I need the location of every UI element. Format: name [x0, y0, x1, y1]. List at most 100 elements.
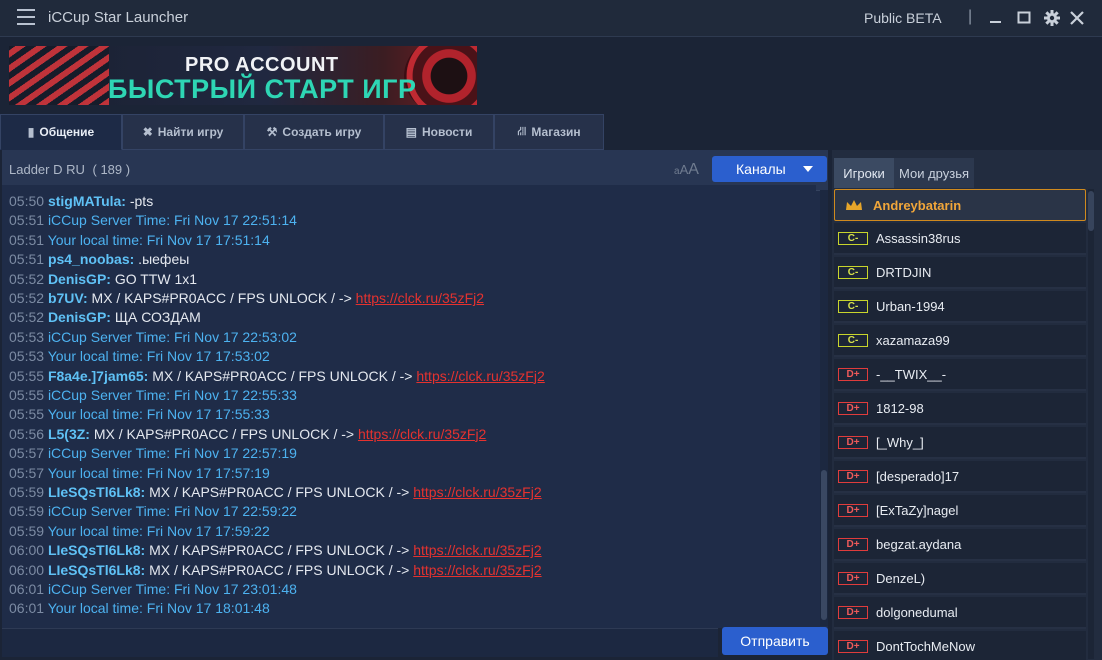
chat-message: 05:55 iCCup Server Time: Fri Nov 17 22:5… [9, 386, 297, 405]
tab-find-game[interactable]: ✖ Найти игру [122, 114, 244, 150]
player-list-item[interactable]: D+ [ExTaZy]nagel [834, 495, 1086, 527]
message-time: 05:51 [9, 251, 45, 268]
gear-icon[interactable] [1042, 8, 1062, 28]
player-list-item[interactable]: D+ DenzeL) [834, 563, 1086, 595]
tab-my-friends[interactable]: Мои друзья [894, 158, 974, 188]
tab-shop[interactable]: ⛜ Магазин [494, 114, 604, 150]
player-list-item[interactable]: Andreybatarin [834, 189, 1086, 221]
channels-dropdown-button[interactable]: Каналы [712, 156, 827, 182]
player-list-item[interactable]: C-xazamaza99 [834, 325, 1086, 357]
chat-scrollbar[interactable] [820, 190, 828, 626]
system-message-text: iCCup Server Time: Fri Nov 17 22:53:02 [47, 328, 297, 345]
rank-badge: D+ [838, 605, 868, 619]
system-message-text: iCCup Server Time: Fri Nov 17 22:59:22 [47, 503, 297, 520]
player-name: [ExTaZy]nagel [876, 502, 959, 518]
message-text: MX / KAPS#PR0ACC / FPS UNLOCK / -> [145, 484, 414, 500]
message-link[interactable]: https://clck.ru/35zFj2 [356, 290, 484, 306]
tab-label: Общение [39, 125, 95, 139]
players-panel: Игроки Мои друзья Andreybatarin C- Assassi… [832, 150, 1102, 660]
player-list-item[interactable]: C- DRTDJIN [834, 257, 1086, 289]
rank-badge: D+ [838, 639, 868, 653]
message-link[interactable]: https://clck.ru/35zFj2 [413, 562, 541, 578]
player-list-item[interactable]: D+ [_Why_] [834, 427, 1086, 459]
channel-name: Ladder D RU ( 189 ) [9, 162, 130, 177]
pro-account-banner[interactable]: PRO ACCOUNT БЫСТРЫЙ СТАРТ ИГР [9, 46, 477, 105]
user-count: ( 189 ) [92, 162, 131, 177]
send-button[interactable]: Отправить [722, 627, 828, 655]
tab-news[interactable]: ▤ Новости [384, 114, 494, 150]
message-nick[interactable]: DenisGP: [48, 309, 111, 325]
chat-message: 06:00 LIeSQsTl6Lk8: MX / KAPS#PR0ACC / F… [9, 541, 542, 560]
rank-badge: C- [838, 333, 868, 347]
player-list-item[interactable]: D+ 1812-98 [834, 393, 1086, 425]
chat-message: 05:59 LIeSQsTl6Lk8: MX / KAPS#PR0ACC / F… [9, 483, 542, 502]
message-time: 05:57 [9, 445, 45, 462]
tab-label: Новости [422, 125, 473, 139]
player-list-item[interactable]: D+ -__TWIX__- [834, 359, 1086, 391]
player-list-item[interactable]: D+ begzat.aydana [834, 529, 1086, 561]
maximize-icon[interactable] [1014, 8, 1034, 28]
player-list-item[interactable]: C- Assassin38rus [834, 223, 1086, 255]
message-nick[interactable]: ps4_noobas: [48, 251, 134, 267]
player-name: [_Why_] [876, 434, 924, 450]
message-nick[interactable]: L5(3Z: [48, 426, 90, 442]
player-name: -__TWIX__- [876, 366, 947, 382]
message-nick[interactable]: F8a4e.]7jam65: [48, 368, 148, 384]
chat-message: 05:53 iCCup Server Time: Fri Nov 17 22:5… [9, 328, 297, 347]
message-nick[interactable]: DenisGP: [48, 271, 111, 287]
player-list-item[interactable]: D+ [desperado]17 [834, 461, 1086, 493]
message-link[interactable]: https://clck.ru/35zFj2 [413, 542, 541, 558]
message-link[interactable]: https://clck.ru/35zFj2 [416, 368, 544, 384]
message-time: 05:52 [9, 290, 45, 306]
main-tabs: ▮ Общение ✖ Найти игру ⚒ Создать игру ▤ … [0, 114, 610, 150]
player-name: Urban-1994 [876, 298, 945, 314]
message-input[interactable] [2, 628, 718, 657]
scrollbar-thumb[interactable] [1088, 191, 1094, 231]
system-message-text: Your local time: Fri Nov 17 17:51:14 [47, 231, 270, 248]
message-text: MX / KAPS#PR0ACC / FPS UNLOCK / -> [145, 561, 414, 578]
message-time: 06:00 [9, 561, 45, 578]
players-scrollbar[interactable] [1088, 189, 1094, 659]
crown-icon [843, 198, 865, 212]
message-nick[interactable]: LIeSQsTl6Lk8: [48, 542, 145, 558]
player-list-item[interactable]: D+ DontTochMeNow [834, 631, 1086, 660]
message-time: 05:51 [9, 231, 45, 248]
message-nick[interactable]: stigMATula: [48, 193, 126, 209]
rank-badge: D+ [838, 571, 868, 585]
scrollbar-thumb[interactable] [821, 470, 827, 620]
message-time: 06:00 [9, 542, 45, 559]
message-time: 05:57 [9, 464, 45, 481]
message-link[interactable]: https://clck.ru/35zFj2 [358, 426, 486, 442]
minimize-icon[interactable] [986, 8, 1006, 28]
message-link[interactable]: https://clck.ru/35zFj2 [413, 484, 541, 500]
chat-message: 05:57 iCCup Server Time: Fri Nov 17 22:5… [9, 444, 297, 463]
player-list-item[interactable]: C- Urban-1994 [834, 291, 1086, 323]
chat-message: 05:55 Your local time: Fri Nov 17 17:55:… [9, 405, 270, 424]
system-message-text: Your local time: Fri Nov 17 17:55:33 [47, 406, 270, 423]
tab-players[interactable]: Игроки [834, 158, 894, 188]
font-size-toggle[interactable]: aAA [674, 161, 699, 179]
hamburger-icon[interactable] [17, 9, 35, 25]
newspaper-icon: ▤ [405, 125, 417, 139]
player-name: dolgonedumal [876, 604, 958, 620]
tab-label: Магазин [531, 125, 581, 139]
tab-chat[interactable]: ▮ Общение [0, 114, 122, 150]
message-time: 05:52 [9, 309, 45, 326]
rank-badge: C- [838, 265, 868, 279]
chat-message: 05:50 stigMATula: -pts [9, 192, 153, 211]
message-nick[interactable]: LIeSQsTl6Lk8: [48, 562, 145, 578]
player-name: DRTDJIN [876, 264, 932, 280]
tab-label: Создать игру [282, 125, 362, 139]
chat-message: 05:52 DenisGP: GO TTW 1x1 [9, 270, 197, 289]
message-nick[interactable]: LIeSQsTl6Lk8: [48, 484, 145, 500]
message-text: GO TTW 1x1 [110, 270, 198, 287]
player-list-item[interactable]: D+ dolgonedumal [834, 597, 1086, 629]
crossed-swords-icon: ✖ [142, 125, 153, 139]
chevron-down-icon [803, 166, 813, 172]
tab-create-game[interactable]: ⚒ Создать игру [244, 114, 384, 150]
message-text: MX / KAPS#PR0ACC / FPS UNLOCK / -> [87, 290, 356, 306]
player-list: Andreybatarin C- Assassin38rus C- DRTDJIN C- U… [834, 189, 1086, 660]
close-icon[interactable] [1067, 8, 1087, 28]
message-nick[interactable]: b7UV: [48, 290, 88, 306]
chat-message: 05:59 Your local time: Fri Nov 17 17:59:… [9, 522, 270, 541]
